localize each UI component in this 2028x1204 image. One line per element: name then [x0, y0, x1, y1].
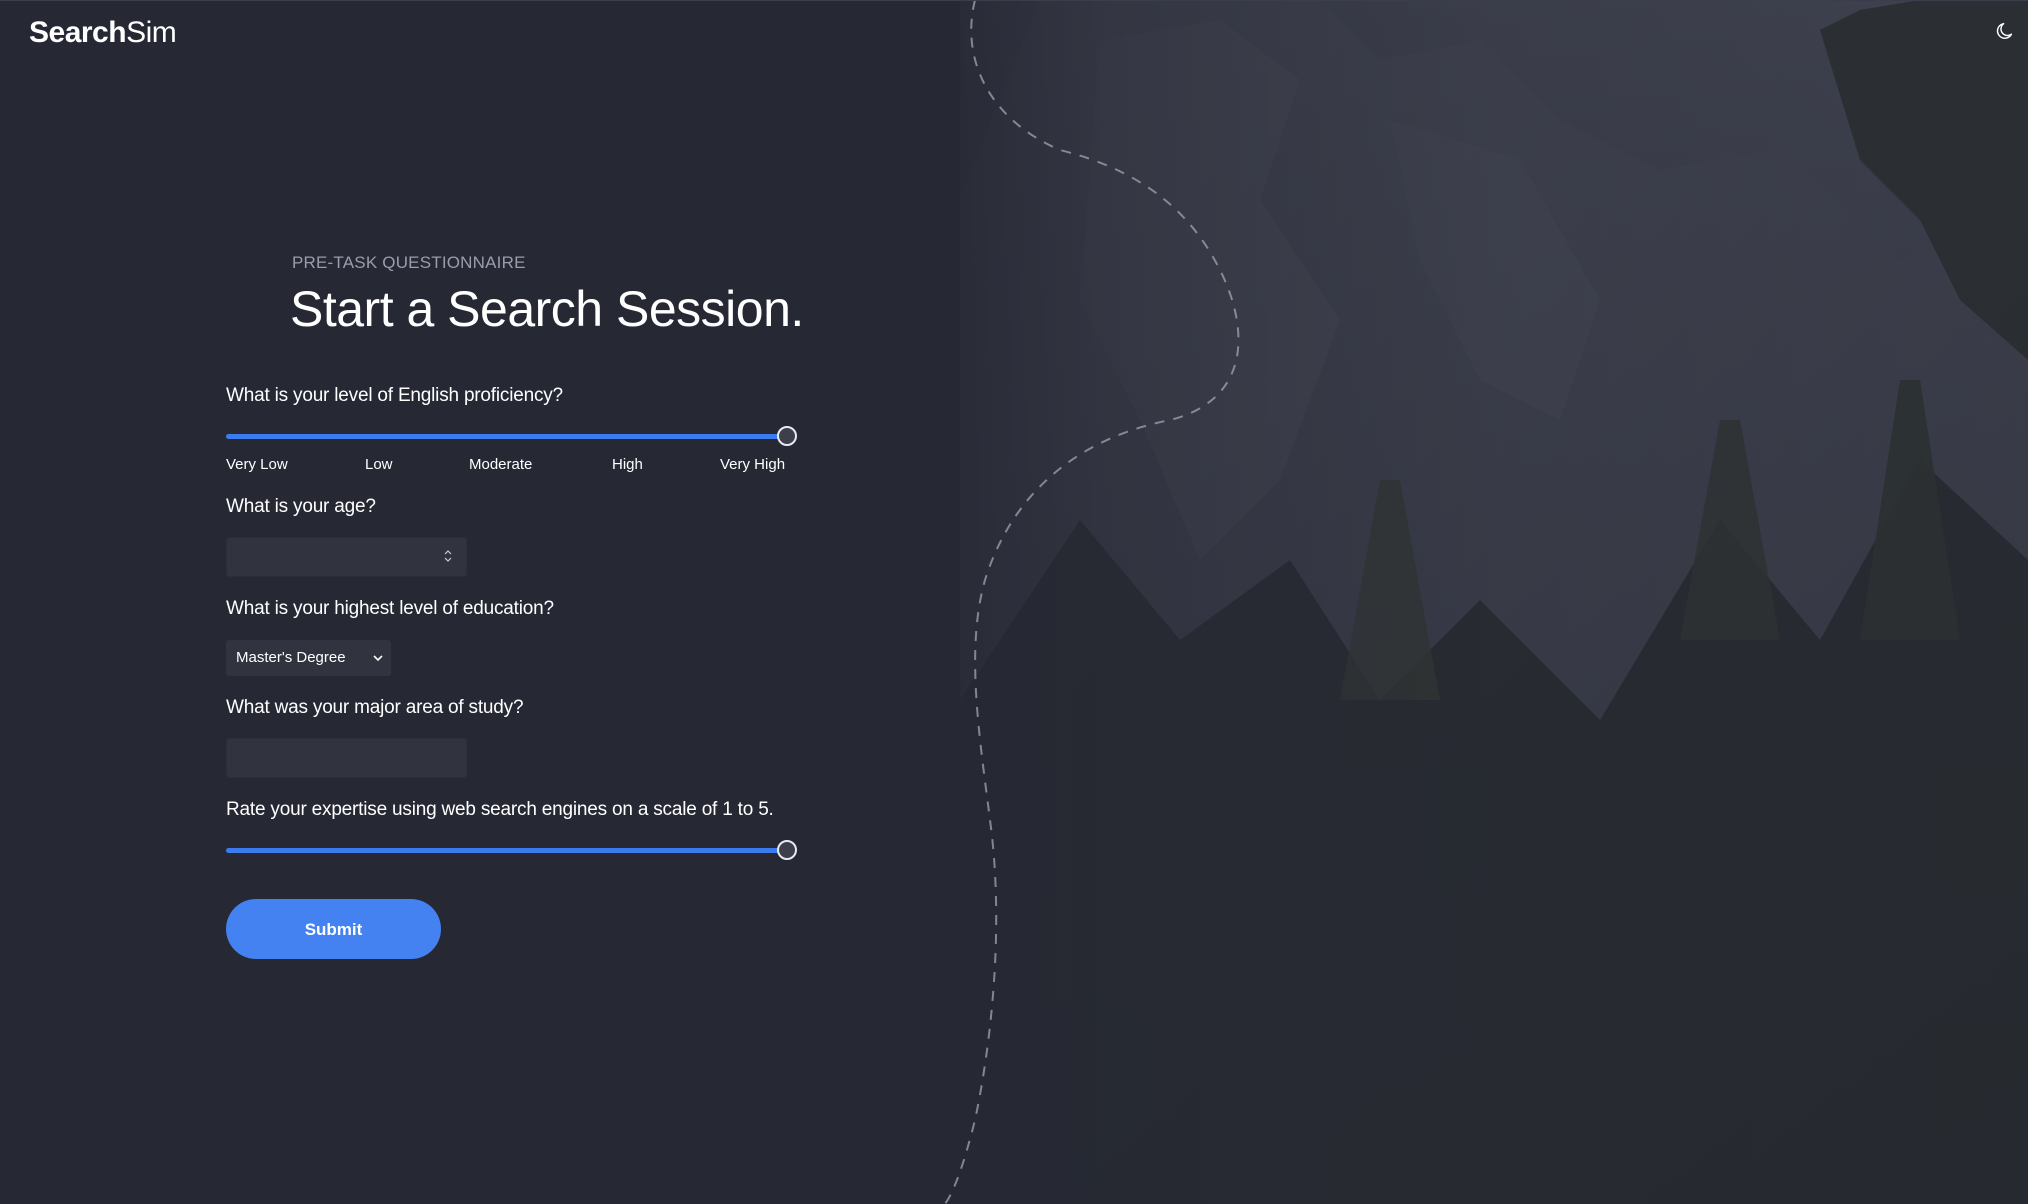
moon-icon[interactable]: [1994, 20, 2016, 42]
major-question-label: What was your major area of study?: [226, 697, 524, 718]
slider-fill: [226, 434, 788, 439]
slider-fill: [226, 848, 788, 853]
scale-label: Low: [365, 456, 393, 473]
form-eyebrow: PRE-TASK QUESTIONNAIRE: [292, 253, 526, 272]
page-title: Start a Search Session.: [290, 281, 804, 337]
major-input[interactable]: [226, 738, 467, 778]
scale-label: High: [612, 456, 643, 473]
english-proficiency-slider[interactable]: [226, 426, 797, 446]
submit-button[interactable]: Submit: [226, 899, 441, 959]
background-photo: [960, 0, 2028, 1204]
english-scale-labels: Very Low Low Moderate High Very High: [226, 456, 788, 476]
education-selected-value: Master's Degree: [236, 649, 346, 666]
age-input[interactable]: [226, 537, 467, 577]
slider-thumb[interactable]: [777, 840, 797, 860]
page: SearchSim PRE-TASK QUESTIONNAIRE Start a…: [0, 0, 2028, 1204]
education-question-label: What is your highest level of education?: [226, 598, 554, 619]
chevron-down-icon: [371, 640, 385, 676]
app-logo[interactable]: SearchSim: [29, 16, 177, 50]
top-border: [0, 0, 2028, 1]
education-select[interactable]: Master's Degree: [226, 640, 391, 676]
age-stepper-icon[interactable]: [441, 548, 455, 568]
scale-label: Moderate: [469, 456, 533, 473]
logo-regular-text: Sim: [126, 16, 177, 49]
age-question-label: What is your age?: [226, 496, 376, 517]
expertise-question-label: Rate your expertise using web search eng…: [226, 799, 774, 820]
scale-label: Very High: [720, 456, 786, 473]
search-expertise-slider[interactable]: [226, 840, 797, 860]
slider-thumb[interactable]: [777, 426, 797, 446]
scale-label: Very Low: [226, 456, 288, 473]
english-question-label: What is your level of English proficienc…: [226, 385, 563, 406]
logo-bold-text: Search: [29, 16, 127, 49]
